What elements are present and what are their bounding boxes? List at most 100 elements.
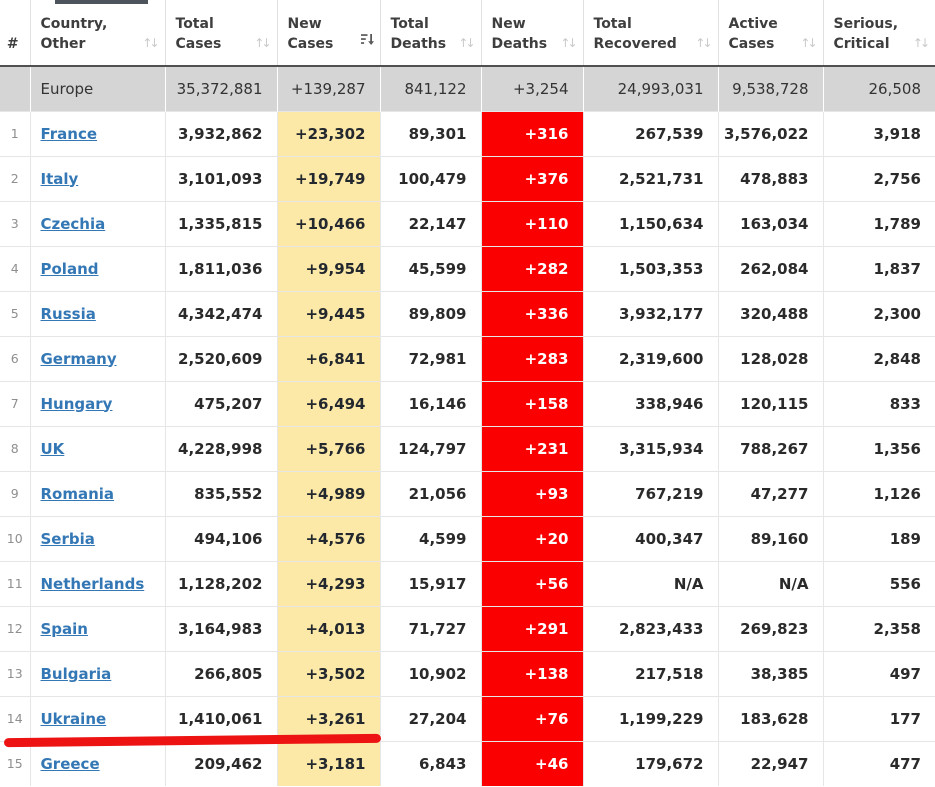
- cell-country: Czechia: [29, 200, 165, 246]
- cell-serious-critical: 833: [822, 380, 935, 426]
- country-link[interactable]: Italy: [41, 170, 79, 188]
- cell-total-recovered: 1,199,229: [582, 695, 718, 741]
- country-link[interactable]: Germany: [41, 350, 117, 368]
- cell-new-deaths: +93: [480, 470, 583, 516]
- sort-desc-active-icon: [360, 32, 374, 52]
- cell-new-deaths: +158: [480, 380, 583, 426]
- cell-serious-critical: 1,126: [822, 470, 935, 516]
- country-link[interactable]: Russia: [41, 305, 96, 323]
- cell-total-deaths: 16,146: [379, 380, 481, 426]
- cell-serious-critical: 26,508: [822, 65, 935, 111]
- country-row: 7 Hungary 475,207 +6,494 16,146 +158 338…: [0, 380, 935, 426]
- cell-total-recovered: 2,521,731: [582, 155, 718, 201]
- cell-total-deaths: 6,843: [379, 740, 481, 786]
- country-row: 9 Romania 835,552 +4,989 21,056 +93 767,…: [0, 470, 935, 516]
- partial-tab-bottom-edge: [55, 0, 148, 4]
- cell-total-deaths: 124,797: [379, 425, 481, 471]
- country-row: 5 Russia 4,342,474 +9,445 89,809 +336 3,…: [0, 290, 935, 336]
- country-row: 11 Netherlands 1,128,202 +4,293 15,917 +…: [0, 560, 935, 606]
- cell-total-recovered: 267,539: [582, 110, 718, 156]
- cell-serious-critical: 177: [822, 695, 935, 741]
- cell-new-cases: +5,766: [276, 425, 380, 471]
- cell-new-deaths: +110: [480, 200, 583, 246]
- header-total-recovered[interactable]: Total Recovered ↑↓: [582, 0, 718, 67]
- cell-serious-critical: 477: [822, 740, 935, 786]
- header-total-deaths[interactable]: Total Deaths ↑↓: [379, 0, 481, 67]
- cell-rank: 15: [0, 740, 30, 786]
- cell-rank: 11: [0, 560, 30, 606]
- country-link[interactable]: Hungary: [41, 395, 113, 413]
- cell-total-deaths: 4,599: [379, 515, 481, 561]
- cell-total-recovered: 217,518: [582, 650, 718, 696]
- cell-active-cases: 3,576,022: [717, 110, 823, 156]
- cell-total-cases: 266,805: [164, 650, 277, 696]
- cell-rank: 2: [0, 155, 30, 201]
- country-link[interactable]: Greece: [41, 755, 100, 773]
- cell-active-cases: 262,084: [717, 245, 823, 291]
- cell-rank: 4: [0, 245, 30, 291]
- cell-new-cases: +9,445: [276, 290, 380, 336]
- cell-rank: [0, 65, 30, 111]
- sort-both-icon: ↑↓: [800, 36, 817, 50]
- cell-total-deaths: 21,056: [379, 470, 481, 516]
- header-active-cases[interactable]: Active Cases ↑↓: [717, 0, 823, 67]
- country-link[interactable]: Bulgaria: [41, 665, 112, 683]
- country-link[interactable]: Poland: [41, 260, 99, 278]
- cell-active-cases: 47,277: [717, 470, 823, 516]
- country-link[interactable]: Czechia: [41, 215, 106, 233]
- cell-active-cases: 320,488: [717, 290, 823, 336]
- country-row: 3 Czechia 1,335,815 +10,466 22,147 +110 …: [0, 200, 935, 246]
- cell-total-recovered: 3,932,177: [582, 290, 718, 336]
- cell-new-cases: +139,287: [276, 65, 380, 111]
- country-row: 1 France 3,932,862 +23,302 89,301 +316 2…: [0, 110, 935, 156]
- cell-total-cases: 835,552: [164, 470, 277, 516]
- header-new-cases[interactable]: New Cases: [276, 0, 380, 67]
- cell-country: Romania: [29, 470, 165, 516]
- cell-rank: 13: [0, 650, 30, 696]
- cell-new-cases: +4,293: [276, 560, 380, 606]
- cell-total-recovered: 338,946: [582, 380, 718, 426]
- header-new-deaths[interactable]: New Deaths ↑↓: [480, 0, 583, 67]
- cell-new-deaths: +376: [480, 155, 583, 201]
- country-row: 15 Greece 209,462 +3,181 6,843 +46 179,6…: [0, 740, 935, 786]
- country-link[interactable]: UK: [41, 440, 65, 458]
- cell-total-recovered: 24,993,031: [582, 65, 718, 111]
- cell-total-recovered: N/A: [582, 560, 718, 606]
- header-serious-critical[interactable]: Serious, Critical ↑↓: [822, 0, 935, 67]
- country-link[interactable]: France: [41, 125, 98, 143]
- header-country[interactable]: Country, Other ↑↓: [29, 0, 165, 67]
- sort-both-icon: ↑↓: [458, 36, 475, 50]
- cell-country: Ukraine: [29, 695, 165, 741]
- country-row: 12 Spain 3,164,983 +4,013 71,727 +291 2,…: [0, 605, 935, 651]
- country-link[interactable]: Serbia: [41, 530, 95, 548]
- country-row: 4 Poland 1,811,036 +9,954 45,599 +282 1,…: [0, 245, 935, 291]
- country-row: 13 Bulgaria 266,805 +3,502 10,902 +138 2…: [0, 650, 935, 696]
- cell-new-deaths: +76: [480, 695, 583, 741]
- table-header: # Country, Other ↑↓ Total Cases ↑↓ New C…: [0, 0, 935, 67]
- cell-total-cases: 35,372,881: [164, 65, 277, 111]
- country-link[interactable]: Romania: [41, 485, 115, 503]
- table-body: Europe 35,372,881 +139,287 841,122 +3,25…: [0, 65, 935, 786]
- country-link[interactable]: Netherlands: [41, 575, 145, 593]
- cell-new-cases: +4,576: [276, 515, 380, 561]
- cell-total-recovered: 2,319,600: [582, 335, 718, 381]
- sort-both-icon: ↑↓: [254, 36, 271, 50]
- cell-country: Poland: [29, 245, 165, 291]
- cell-active-cases: 478,883: [717, 155, 823, 201]
- cell-total-deaths: 89,809: [379, 290, 481, 336]
- cell-country: Germany: [29, 335, 165, 381]
- cell-serious-critical: 189: [822, 515, 935, 561]
- cell-total-cases: 4,342,474: [164, 290, 277, 336]
- cell-country: Netherlands: [29, 560, 165, 606]
- cell-country: UK: [29, 425, 165, 471]
- cell-new-cases: +4,989: [276, 470, 380, 516]
- header-total-cases[interactable]: Total Cases ↑↓: [164, 0, 277, 67]
- cell-serious-critical: 2,300: [822, 290, 935, 336]
- cell-rank: 12: [0, 605, 30, 651]
- header-rank: #: [0, 0, 30, 67]
- cell-total-deaths: 45,599: [379, 245, 481, 291]
- cell-country: France: [29, 110, 165, 156]
- country-link[interactable]: Spain: [41, 620, 88, 638]
- country-link[interactable]: Ukraine: [41, 710, 107, 728]
- cell-rank: 6: [0, 335, 30, 381]
